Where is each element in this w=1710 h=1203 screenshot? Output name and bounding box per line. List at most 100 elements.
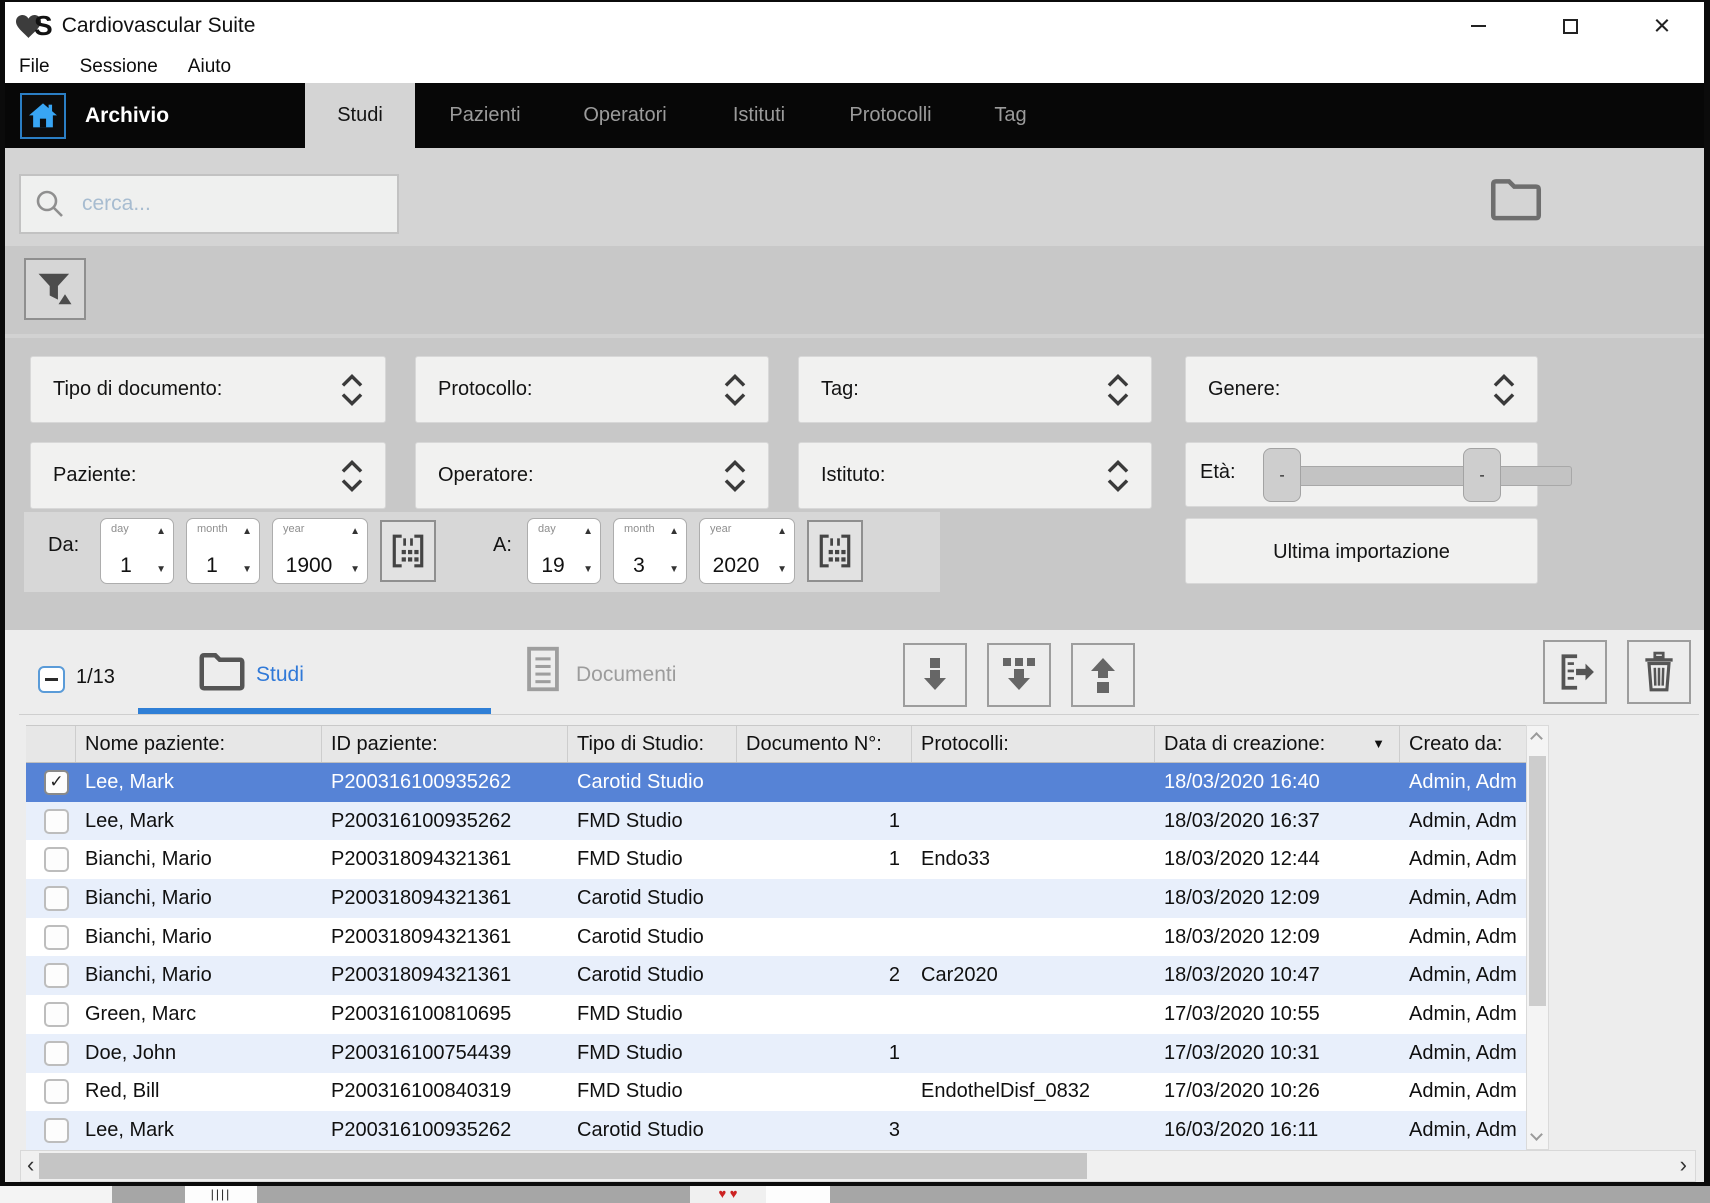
- dropdown-institute[interactable]: Istituto:: [798, 442, 1152, 509]
- age-slider-handle-min[interactable]: -: [1263, 448, 1301, 502]
- table-row[interactable]: Green, MarcP200316100810695FMD Studio17/…: [26, 995, 1526, 1034]
- table-row[interactable]: Lee, MarkP200316100935262FMD Studio118/0…: [26, 802, 1526, 841]
- table-row[interactable]: Bianchi, MarioP200318094321361Carotid St…: [26, 956, 1526, 995]
- maximize-button[interactable]: [1556, 12, 1584, 40]
- date-from-month-spinner[interactable]: month 1 ▲ ▼: [186, 518, 260, 584]
- horizontal-scrollbar[interactable]: ‹ ›: [20, 1150, 1696, 1182]
- dropdown-patient[interactable]: Paziente:: [30, 442, 386, 509]
- horizontal-scrollbar-thumb[interactable]: [39, 1153, 1087, 1179]
- scroll-right-icon[interactable]: ›: [1680, 1154, 1687, 1176]
- row-checkbox[interactable]: [44, 963, 69, 988]
- cell-checkbox: [26, 802, 76, 841]
- table-row[interactable]: Doe, JohnP200316100754439FMD Studio117/0…: [26, 1034, 1526, 1073]
- dropdown-chevrons-icon: [339, 459, 365, 493]
- dropdown-document-type[interactable]: Tipo di documento:: [30, 356, 386, 423]
- spinner-down-icon[interactable]: ▼: [583, 565, 593, 575]
- tab-tag[interactable]: Tag: [958, 83, 1063, 148]
- download-study-button[interactable]: [903, 643, 967, 707]
- date-to-calendar-button[interactable]: [807, 520, 863, 582]
- search-box[interactable]: [19, 174, 399, 234]
- vertical-scrollbar-thumb[interactable]: [1529, 756, 1546, 1006]
- header-document-n[interactable]: Documento N°:: [737, 726, 912, 762]
- table-row[interactable]: Lee, MarkP200316100935262Carotid Studio3…: [26, 1111, 1526, 1150]
- row-checkbox[interactable]: [44, 847, 69, 872]
- row-checkbox[interactable]: ✓: [44, 770, 69, 795]
- row-checkbox[interactable]: [44, 1079, 69, 1104]
- open-folder-button[interactable]: [1488, 170, 1544, 226]
- menu-aiuto[interactable]: Aiuto: [188, 56, 231, 78]
- export-button[interactable]: [1543, 640, 1607, 704]
- row-checkbox[interactable]: [44, 1041, 69, 1066]
- table-row[interactable]: Bianchi, MarioP200318094321361FMD Studio…: [26, 840, 1526, 879]
- sort-desc-icon[interactable]: ▼: [1372, 726, 1385, 762]
- spinner-up-icon[interactable]: ▲: [777, 527, 787, 537]
- age-slider-handle-max[interactable]: -: [1463, 448, 1501, 502]
- scroll-left-icon[interactable]: ‹: [27, 1154, 34, 1176]
- cell-study-type: FMD Studio: [568, 802, 737, 841]
- header-protocols[interactable]: Protocolli:: [912, 726, 1155, 762]
- age-slider-track[interactable]: [1282, 466, 1572, 486]
- spinner-down-icon[interactable]: ▼: [350, 565, 360, 575]
- header-study-type[interactable]: Tipo di Studio:: [568, 726, 737, 762]
- dropdown-chevrons-icon: [722, 459, 748, 493]
- date-from-year-spinner[interactable]: year 1900 ▲ ▼: [272, 518, 368, 584]
- tab-protocolli[interactable]: Protocolli: [823, 83, 958, 148]
- date-to-year-spinner[interactable]: year 2020 ▲ ▼: [699, 518, 795, 584]
- list-tab-documenti[interactable]: Documenti: [576, 663, 676, 687]
- dropdown-operator[interactable]: Operatore:: [415, 442, 769, 509]
- vertical-scrollbar[interactable]: [1526, 725, 1549, 1150]
- search-section: [5, 148, 1704, 246]
- search-input[interactable]: [80, 191, 360, 217]
- row-checkbox[interactable]: [44, 1118, 69, 1143]
- header-patient-id[interactable]: ID paziente:: [322, 726, 568, 762]
- tab-istituti[interactable]: Istituti: [695, 83, 823, 148]
- row-checkbox[interactable]: [44, 925, 69, 950]
- row-checkbox[interactable]: [44, 1002, 69, 1027]
- filter-button[interactable]: [24, 258, 86, 320]
- minimize-button[interactable]: [1464, 12, 1492, 40]
- dropdown-tag[interactable]: Tag:: [798, 356, 1152, 423]
- calendar-icon: [817, 532, 853, 570]
- spinner-up-icon[interactable]: ▲: [669, 527, 679, 537]
- spinner-up-icon[interactable]: ▲: [156, 527, 166, 537]
- table-row[interactable]: Bianchi, MarioP200318094321361Carotid St…: [26, 918, 1526, 957]
- tab-studi[interactable]: Studi: [305, 83, 415, 148]
- spinner-down-icon[interactable]: ▼: [242, 565, 252, 575]
- dropdown-gender[interactable]: Genere:: [1185, 356, 1538, 423]
- list-tab-studi[interactable]: Studi: [256, 663, 304, 687]
- date-from-calendar-button[interactable]: [380, 520, 436, 582]
- dropdown-protocol[interactable]: Protocollo:: [415, 356, 769, 423]
- spinner-up-icon[interactable]: ▲: [242, 527, 252, 537]
- delete-button[interactable]: [1627, 640, 1691, 704]
- header-created-date[interactable]: Data di creazione:▼: [1155, 726, 1400, 762]
- date-from-day-spinner[interactable]: day 1 ▲ ▼: [100, 518, 174, 584]
- spinner-up-icon[interactable]: ▲: [350, 527, 360, 537]
- row-checkbox[interactable]: [44, 886, 69, 911]
- scroll-down-icon[interactable]: [1530, 1128, 1543, 1141]
- date-to-month-spinner[interactable]: month 3 ▲ ▼: [613, 518, 687, 584]
- row-checkbox[interactable]: [44, 809, 69, 834]
- header-created-by[interactable]: Creato da:: [1400, 726, 1526, 762]
- close-button[interactable]: ×: [1648, 12, 1676, 40]
- home-button[interactable]: [20, 93, 66, 139]
- last-import-button[interactable]: Ultima importazione: [1185, 518, 1538, 584]
- cell-patient-name: Bianchi, Mario: [76, 918, 322, 957]
- table-row[interactable]: Red, BillP200316100840319FMD StudioEndot…: [26, 1073, 1526, 1112]
- table-row[interactable]: Bianchi, MarioP200318094321361Carotid St…: [26, 879, 1526, 918]
- spinner-down-icon[interactable]: ▼: [777, 565, 787, 575]
- spinner-up-icon[interactable]: ▲: [583, 527, 593, 537]
- download-multiple-button[interactable]: [987, 643, 1051, 707]
- tab-pazienti[interactable]: Pazienti: [415, 83, 555, 148]
- menu-sessione[interactable]: Sessione: [80, 56, 158, 78]
- spinner-down-icon[interactable]: ▼: [156, 565, 166, 575]
- table-row[interactable]: ✓Lee, MarkP200316100935262Carotid Studio…: [26, 763, 1526, 802]
- select-all-checkbox[interactable]: [38, 666, 65, 693]
- spinner-down-icon[interactable]: ▼: [669, 565, 679, 575]
- date-to-label: A:: [493, 534, 512, 557]
- date-to-day-spinner[interactable]: day 19 ▲ ▼: [527, 518, 601, 584]
- menu-file[interactable]: File: [19, 56, 50, 78]
- header-patient-name[interactable]: Nome paziente:: [76, 726, 322, 762]
- tab-operatori[interactable]: Operatori: [555, 83, 695, 148]
- scroll-up-icon[interactable]: [1530, 732, 1543, 745]
- upload-study-button[interactable]: [1071, 643, 1135, 707]
